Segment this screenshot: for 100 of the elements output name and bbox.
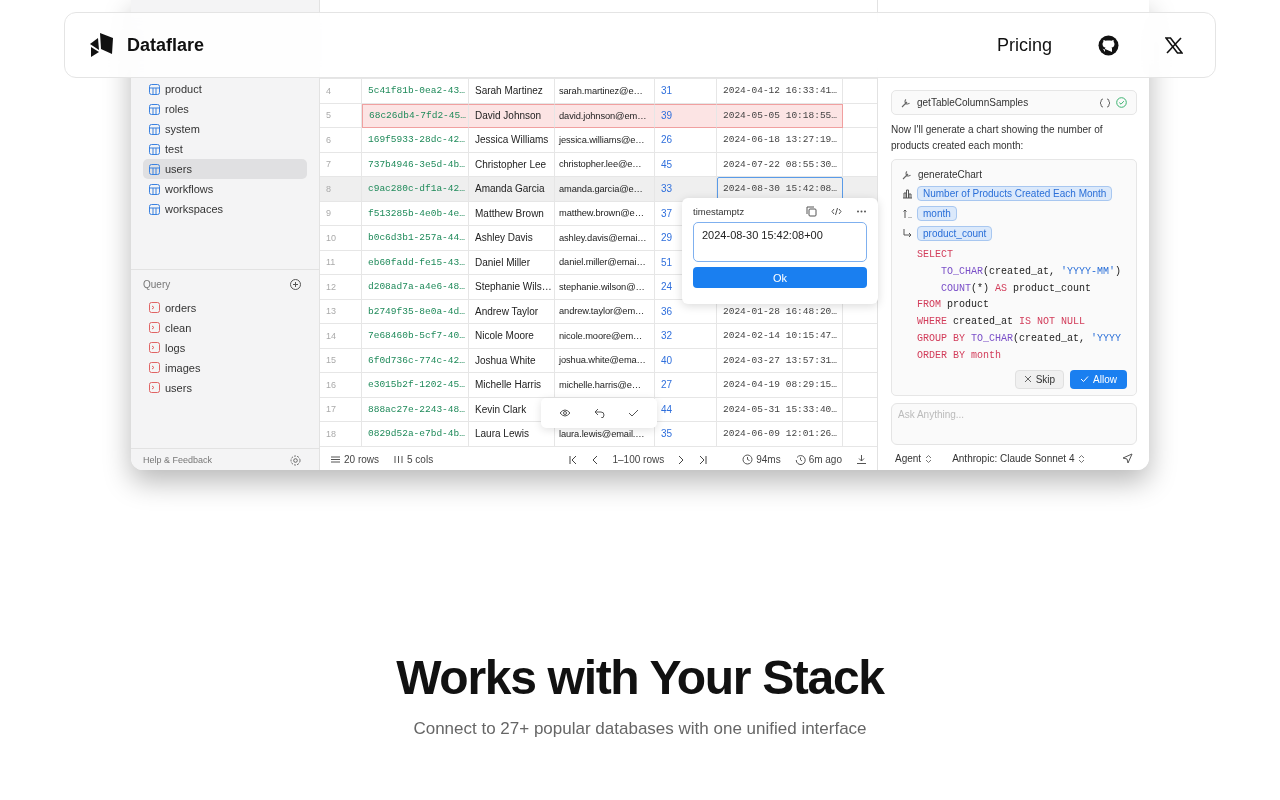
table-cell[interactable]: 32	[655, 324, 717, 349]
table-cell[interactable]: David Johnson	[469, 103, 555, 128]
brand-name[interactable]: Dataflare	[127, 34, 205, 56]
table-cell[interactable]: c9ac280c-df1a-42…	[362, 177, 469, 202]
copy-icon[interactable]	[806, 206, 817, 217]
last-page-icon[interactable]	[698, 454, 709, 465]
table-cell[interactable]: Amanda Garcia	[469, 177, 555, 202]
table-cell[interactable]: 2024-06-18 13:27:19…	[717, 128, 843, 153]
table-cell[interactable]: Sarah Martinez	[469, 79, 555, 104]
help-link[interactable]: Help & Feedback	[143, 455, 213, 466]
table-cell[interactable]: b2749f35-8e0a-4d…	[362, 299, 469, 324]
ok-button[interactable]: Ok	[693, 267, 867, 288]
table-cell[interactable]: 2024-02-14 10:15:47…	[717, 324, 843, 349]
skip-button[interactable]: Skip	[1014, 369, 1065, 389]
table-row[interactable]: 6 169f5933-28dc-42… Jessica Williams jessica.williams@e… 26 2024-06-18 13:27:19…	[320, 128, 877, 153]
check-icon[interactable]	[628, 408, 640, 418]
query-list-item[interactable]: orders	[143, 297, 307, 318]
github-icon[interactable]	[1098, 34, 1119, 56]
chat-input-field[interactable]: Ask Anything...	[891, 402, 1137, 445]
table-cell[interactable]: b0c6d3b1-257a-44…	[362, 226, 469, 251]
table-row[interactable]: 8 c9ac280c-df1a-42… Amanda Garcia amanda.garcia@e… 33 2024-08-30 15:42:08…	[320, 177, 877, 202]
query-list-item[interactable]: logs	[143, 337, 307, 358]
table-list-item[interactable]: test	[143, 139, 307, 159]
table-row[interactable]: 14 7e68460b-5cf7-40… Nicole Moore nicole.moore@em… 32 2024-02-14 10:15:47…	[320, 324, 877, 349]
table-cell[interactable]: ashley.davis@emai…	[555, 226, 655, 251]
bar-chart-icon	[902, 188, 913, 199]
table-cell[interactable]: jessica.williams@e…	[555, 128, 655, 153]
table-list-item[interactable]: workspaces	[143, 199, 307, 219]
table-list-item[interactable]: workflows	[143, 179, 307, 199]
allow-button[interactable]: Allow	[1070, 369, 1127, 389]
mode-selector[interactable]: Agent	[895, 453, 933, 465]
table-list-item[interactable]: product	[143, 79, 307, 99]
table-row[interactable]: 4 5c41f81b-0ea2-43… Sarah Martinez sarah.martinez@e… 31 2024-04-12 16:33:41…	[320, 79, 877, 104]
eye-icon[interactable]	[558, 408, 571, 418]
table-cell[interactable]: Stephanie Wils…	[469, 275, 555, 300]
table-icon	[149, 123, 160, 135]
table-cell[interactable]: 2024-05-05 10:18:55…	[717, 103, 843, 128]
table-cell[interactable]: 2024-03-27 13:57:31…	[717, 348, 843, 373]
table-cell[interactable]: 6f0d736c-774c-42…	[362, 348, 469, 373]
table-cell[interactable]: nicole.moore@em…	[555, 324, 655, 349]
code-icon[interactable]	[831, 206, 842, 217]
table-cell[interactable]: Ashley Davis	[469, 226, 555, 251]
braces-icon[interactable]	[1099, 97, 1111, 108]
undo-icon[interactable]	[594, 408, 605, 418]
table-cell[interactable]: 2024-06-09 12:01:26…	[717, 422, 843, 447]
table-cell[interactable]: michelle.harris@e…	[555, 373, 655, 398]
table-cell[interactable]: 2024-04-12 16:33:41…	[717, 79, 843, 104]
table-cell[interactable]: 2024-05-31 15:33:40…	[717, 397, 843, 422]
table-cell[interactable]: 2024-04-19 08:29:15…	[717, 373, 843, 398]
first-page-icon[interactable]	[568, 454, 579, 465]
table-cell[interactable]: 888ac27e-2243-48…	[362, 397, 469, 422]
table-list-item[interactable]: roles	[143, 99, 307, 119]
table-cell[interactable]: Michelle Harris	[469, 373, 555, 398]
table-cell[interactable]: 26	[655, 128, 717, 153]
table-row[interactable]: 16 e3015b2f-1202-45… Michelle Harris michelle.harris@e… 27 2024-04-19 08:29:15…	[320, 373, 877, 398]
table-cell[interactable]: eb60fadd-fe15-43…	[362, 250, 469, 275]
table-cell[interactable]: Andrew Taylor	[469, 299, 555, 324]
table-cell[interactable]: 169f5933-28dc-42…	[362, 128, 469, 153]
query-list-item[interactable]: images	[143, 357, 307, 378]
table-cell[interactable]: Matthew Brown	[469, 201, 555, 226]
table-cell[interactable]: Daniel Miller	[469, 250, 555, 275]
table-cell[interactable]: Jessica Williams	[469, 128, 555, 153]
query-list-item[interactable]: users	[143, 377, 307, 398]
table-cell[interactable]: 40	[655, 348, 717, 373]
table-cell[interactable]: david.johnson@em…	[555, 103, 655, 128]
query-list-item[interactable]: clean	[143, 317, 307, 338]
table-cell[interactable]: f513285b-4e0b-4e…	[362, 201, 469, 226]
table-cell[interactable]: 39	[655, 103, 717, 128]
table-cell[interactable]: Nicole Moore	[469, 324, 555, 349]
table-cell[interactable]: amanda.garcia@e…	[555, 177, 655, 202]
nav-link[interactable]: Pricing	[996, 34, 1052, 56]
table-cell[interactable]: joshua.white@ema…	[555, 348, 655, 373]
table-list-item[interactable]: users	[143, 159, 307, 179]
table-cell[interactable]: 0829d52a-e7bd-4b…	[362, 422, 469, 447]
table-cell[interactable]: d208ad7a-a4e6-48…	[362, 275, 469, 300]
value-input-field[interactable]: 2024-08-30 15:42:08+00	[693, 222, 867, 262]
table-cell[interactable]: 68c26db4-7fd2-45…	[362, 103, 469, 128]
table-cell[interactable]: 2024-07-22 08:55:30…	[717, 152, 843, 177]
table-row[interactable]: 5 68c26db4-7fd2-45… David Johnson david.johnson@em… 39 2024-05-05 10:18:55…	[320, 103, 877, 128]
sql-code-line: COUNT(*) AS product_count	[940, 281, 1093, 296]
table-cell[interactable]: Joshua White	[469, 348, 555, 373]
table-cell[interactable]: matthew.brown@e…	[555, 201, 655, 226]
table-cell[interactable]: sarah.martinez@e…	[555, 79, 655, 104]
table-cell[interactable]: e3015b2f-1202-45…	[362, 373, 469, 398]
x-logo-icon[interactable]	[1165, 36, 1183, 54]
add-icon[interactable]	[290, 278, 301, 290]
table-cell[interactable]: 27	[655, 373, 717, 398]
settings-icon[interactable]	[290, 454, 301, 466]
table-cell[interactable]: stephanie.wilson@…	[555, 275, 655, 300]
table-cell[interactable]: 5c41f81b-0ea2-43…	[362, 79, 469, 104]
send-icon[interactable]	[1122, 453, 1133, 465]
table-cell[interactable]: daniel.miller@emai…	[555, 250, 655, 275]
download-icon[interactable]	[856, 454, 867, 466]
table-cell[interactable]: 31	[655, 79, 717, 104]
model-selector[interactable]: Anthropic: Claude Sonnet 4	[952, 453, 1086, 465]
table-cell[interactable]: 7e68460b-5cf7-40…	[362, 324, 469, 349]
table-list-item[interactable]: system	[143, 119, 307, 139]
chevron-updown-icon	[1078, 453, 1086, 464]
table-cell[interactable]: andrew.taylor@em…	[555, 299, 655, 324]
table-row[interactable]: 15 6f0d736c-774c-42… Joshua White joshua.white@ema… 40 2024-03-27 13:57:31…	[320, 348, 877, 373]
